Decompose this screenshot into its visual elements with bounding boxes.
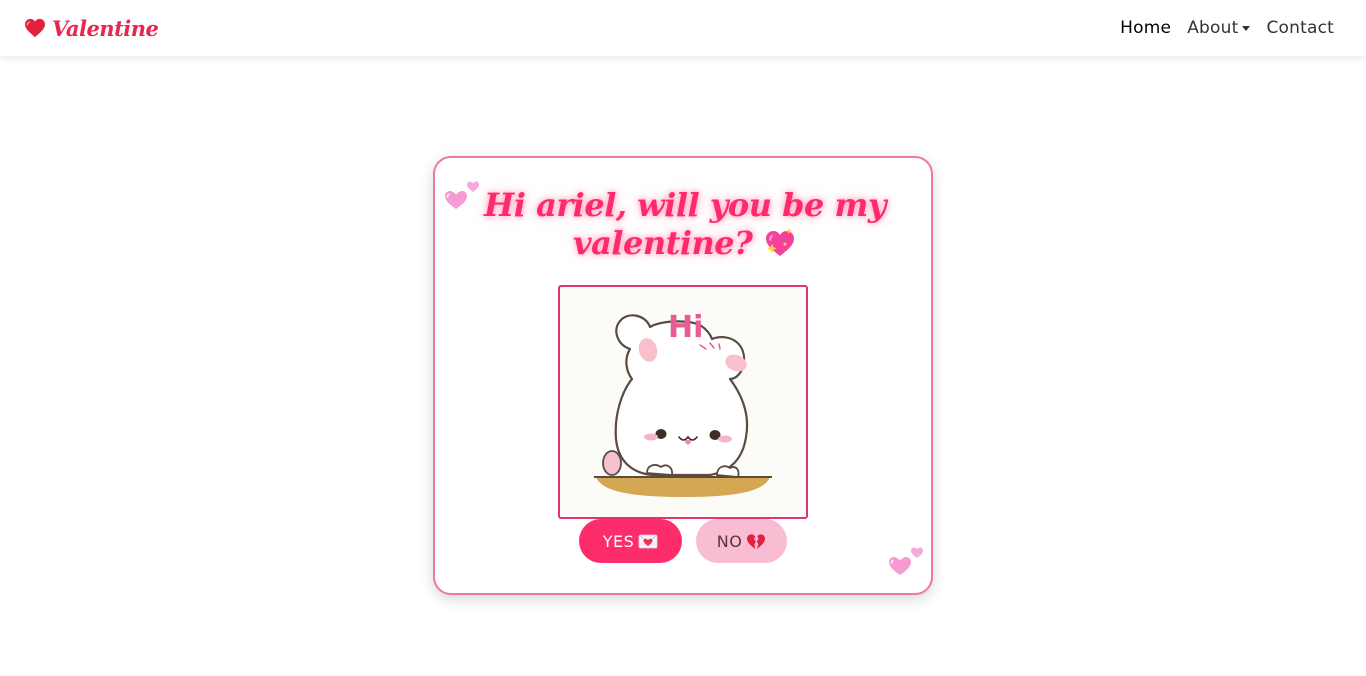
two-hearts-icon xyxy=(889,547,923,575)
broken-heart-icon xyxy=(747,534,766,549)
bunny-image: Hi xyxy=(558,285,808,519)
caret-down-icon xyxy=(1242,25,1251,31)
bunny-illustration: Hi xyxy=(594,310,772,497)
nav-home-link[interactable]: Home xyxy=(1120,18,1171,38)
sparkling-heart-icon xyxy=(766,228,795,256)
no-button[interactable]: NO xyxy=(696,519,787,563)
red-heart-icon xyxy=(25,18,45,38)
yes-button-label: YES xyxy=(602,531,635,551)
nav-about-dropdown[interactable]: About xyxy=(1187,18,1251,38)
love-letter-icon xyxy=(638,534,658,549)
brand-link[interactable]: Valentine xyxy=(24,15,159,41)
navbar: Valentine Home About Contact xyxy=(0,0,1366,56)
nav-links: Home About Contact xyxy=(1120,18,1334,38)
card-title: Hi ariel, will you be my valentine? xyxy=(475,186,895,262)
no-button-label: NO xyxy=(716,531,743,551)
bunny-hi-text: Hi xyxy=(668,310,703,345)
valentine-card: Hi ariel, will you be my valentine? Hi Y… xyxy=(433,156,933,595)
nav-contact-link[interactable]: Contact xyxy=(1266,18,1334,38)
card-title-text: Hi ariel, will you be my valentine? xyxy=(484,186,886,262)
yes-button[interactable]: YES xyxy=(579,519,682,563)
brand-name: Valentine xyxy=(52,15,159,41)
nav-about-label: About xyxy=(1187,18,1239,38)
